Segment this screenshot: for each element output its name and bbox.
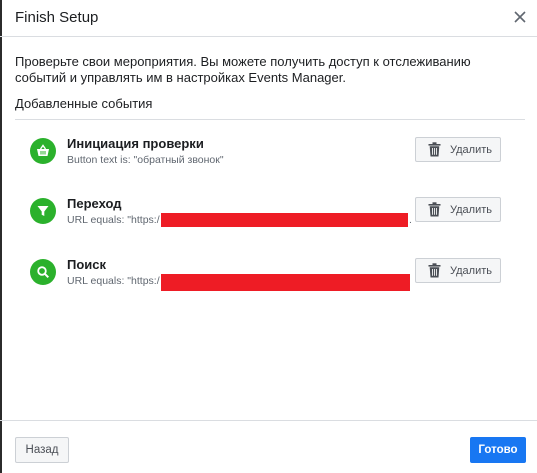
event-title: Поиск: [67, 257, 107, 272]
delete-label: Удалить: [450, 264, 492, 277]
dialog-header: Finish Setup: [0, 0, 537, 37]
back-button[interactable]: Назад: [15, 437, 69, 463]
event-subtitle-tail: .: [409, 214, 412, 226]
event-subtitle-prefix: URL equals: "https:/: [67, 275, 160, 287]
redaction-bar: [161, 213, 408, 227]
event-title: Инициация проверки: [67, 136, 204, 151]
event-subtitle-prefix: URL equals: "https:/: [67, 214, 160, 226]
event-row: Поиск URL equals: "https:/ Удалить: [30, 257, 510, 297]
delete-label: Удалить: [450, 203, 492, 216]
trash-icon: [428, 142, 441, 157]
shopping-basket-icon: [30, 138, 56, 164]
event-subtitle: Button text is: "обратный звонок": [67, 154, 224, 166]
search-icon: [30, 259, 56, 285]
event-row: Инициация проверки Button text is: "обра…: [30, 136, 510, 176]
delete-label: Удалить: [450, 143, 492, 156]
done-button[interactable]: Готово: [470, 437, 526, 463]
delete-button[interactable]: Удалить: [415, 137, 501, 162]
section-title: Добавленные события: [15, 96, 153, 111]
funnel-icon: [30, 198, 56, 224]
event-subtitle: URL equals: "https:/: [67, 275, 160, 287]
event-row: Переход URL equals: "https:/ . Удалить: [30, 196, 510, 236]
finish-setup-dialog: Finish Setup Проверьте свои мероприятия.…: [0, 0, 537, 473]
intro-text: Проверьте свои мероприятия. Вы можете по…: [15, 54, 471, 85]
close-icon[interactable]: [511, 8, 529, 26]
footer-divider: [0, 420, 537, 421]
dialog-title: Finish Setup: [15, 9, 99, 26]
trash-icon: [428, 263, 441, 278]
redaction-bar: [161, 274, 410, 291]
section-divider: [15, 119, 525, 120]
event-subtitle: URL equals: "https:/: [67, 214, 160, 226]
trash-icon: [428, 202, 441, 217]
event-title: Переход: [67, 196, 122, 211]
delete-button[interactable]: Удалить: [415, 197, 501, 222]
delete-button[interactable]: Удалить: [415, 258, 501, 283]
